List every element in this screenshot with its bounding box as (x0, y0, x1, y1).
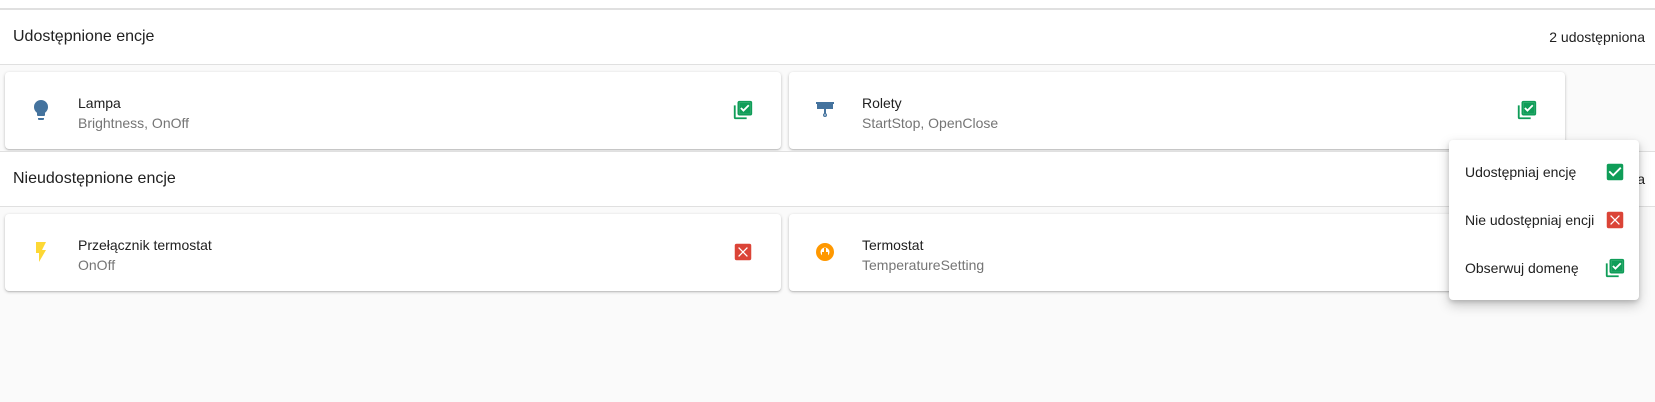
entity-name: Rolety (862, 95, 902, 111)
shared-section-title: Udostępnione encje (13, 28, 155, 45)
entity-traits: StartStop, OpenClose (862, 115, 999, 131)
entity-traits: OnOff (78, 257, 116, 273)
menu-item-label: Nie udostępniaj encji (1465, 212, 1595, 228)
check-box-icon (1603, 160, 1627, 184)
entity-texts: Termostat TemperatureSetting (862, 236, 984, 274)
close-box-icon (1603, 208, 1627, 232)
blinds-icon (813, 98, 837, 122)
entities-page: Udostępnione encje 2 udostępniona Lampa … (0, 0, 1655, 402)
menu-item-follow-domain[interactable]: Obserwuj domenę (1449, 244, 1639, 292)
flash-icon (29, 240, 53, 264)
entity-card-rolety[interactable]: Rolety StartStop, OpenClose (789, 72, 1565, 149)
entity-name: Lampa (78, 95, 121, 111)
entity-texts: Rolety StartStop, OpenClose (862, 94, 998, 132)
entity-card-lampa[interactable]: Lampa Brightness, OnOff (5, 72, 781, 149)
menu-item-label: Udostępniaj encję (1465, 164, 1577, 180)
entity-name: Przełącznik termostat (78, 237, 212, 253)
top-divider (0, 0, 1655, 9)
lightbulb-icon (29, 98, 53, 122)
shared-section-header: Udostępnione encje 2 udostępniona (0, 9, 1655, 65)
menu-item-share-entity[interactable]: Udostępniaj encję (1449, 148, 1639, 196)
menu-item-label: Obserwuj domenę (1465, 260, 1579, 276)
entity-traits: TemperatureSetting (862, 257, 985, 273)
multi-check-icon[interactable] (731, 98, 755, 122)
unshared-section-title: Nieudostępnione encje (13, 170, 176, 187)
entity-card-przelacznik-termostat[interactable]: Przełącznik termostat OnOff (5, 214, 781, 291)
entity-texts: Lampa Brightness, OnOff (78, 94, 189, 132)
shared-section-count: 2 udostępniona (1549, 29, 1645, 45)
entity-options-menu: Udostępniaj encję Nie udostępniaj encji … (1449, 140, 1639, 300)
multi-check-icon[interactable] (1515, 98, 1539, 122)
menu-item-dont-share-entity[interactable]: Nie udostępniaj encji (1449, 196, 1639, 244)
thermostat-icon (813, 240, 837, 264)
entity-name: Termostat (862, 237, 924, 253)
multi-check-icon (1603, 256, 1627, 280)
close-box-icon[interactable] (731, 240, 755, 264)
unshared-section-header: Nieudostępnione encje a (0, 151, 1655, 207)
entity-texts: Przełącznik termostat OnOff (78, 236, 212, 274)
entity-traits: Brightness, OnOff (78, 115, 190, 131)
